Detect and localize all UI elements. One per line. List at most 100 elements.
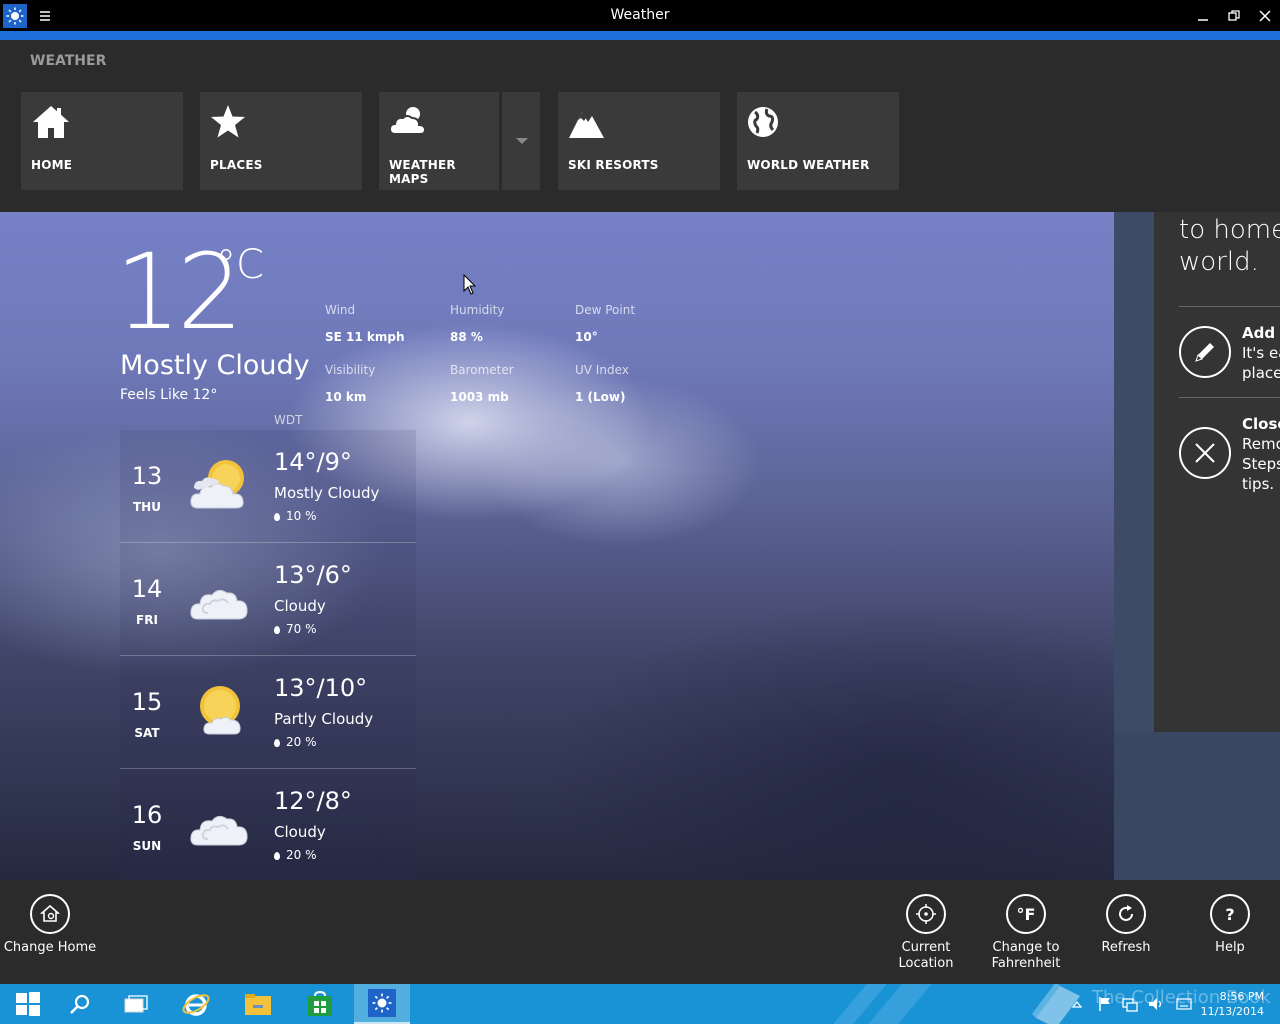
precip-value: 70 % bbox=[286, 622, 317, 636]
help-button[interactable]: ? Help bbox=[1180, 894, 1280, 956]
title-bar: Weather bbox=[0, 0, 1280, 31]
tips-heading: to home world. bbox=[1179, 214, 1280, 278]
forecast-condition: Partly Cloudy bbox=[274, 710, 374, 728]
forecast-date: 13 bbox=[131, 462, 163, 490]
mouse-cursor-icon bbox=[463, 274, 477, 295]
dew-point-label: Dew Point bbox=[575, 303, 636, 317]
tip-text: Remo bbox=[1242, 435, 1280, 453]
refresh-icon bbox=[1106, 894, 1146, 934]
nav-tile-places[interactable]: PLACES bbox=[200, 92, 362, 190]
volume-icon[interactable] bbox=[1148, 996, 1164, 1012]
fahrenheit-icon: °F bbox=[1006, 894, 1046, 934]
location-target-icon bbox=[906, 894, 946, 934]
show-hidden-icons-icon[interactable] bbox=[1072, 1000, 1082, 1008]
tips-panel: to home world. Add y It's ea places Clos… bbox=[1154, 212, 1280, 732]
system-clock[interactable]: 8:56 PM 11/13/2014 bbox=[1201, 989, 1264, 1019]
cloudy-icon bbox=[188, 789, 258, 859]
tips-heading-line: to home bbox=[1179, 215, 1280, 245]
tip-text: places bbox=[1242, 364, 1280, 382]
nav-tile-home[interactable]: HOME bbox=[21, 92, 183, 190]
change-to-fahrenheit-button[interactable]: °F Change to Fahrenheit bbox=[976, 894, 1076, 972]
store-button[interactable] bbox=[292, 984, 348, 1024]
keyboard-icon[interactable] bbox=[1176, 997, 1192, 1011]
forecast-weekday: THU bbox=[133, 500, 161, 514]
nav-bar: WEATHER HOME PLACES WEATHER MAPS SKI RES… bbox=[0, 40, 1280, 212]
minimize-button[interactable] bbox=[1193, 6, 1213, 26]
forecast-date: 15 bbox=[131, 688, 163, 716]
tip-text: Steps bbox=[1242, 455, 1280, 473]
wind-label: Wind bbox=[325, 303, 356, 317]
network-icon[interactable] bbox=[1122, 996, 1138, 1012]
file-explorer-button[interactable] bbox=[230, 984, 286, 1024]
forecast-high-low: 12°/8° bbox=[274, 787, 352, 815]
refresh-button[interactable]: Refresh bbox=[1076, 894, 1176, 956]
forecast-condition: Cloudy bbox=[274, 597, 326, 615]
forecast-precipitation: 20 % bbox=[274, 735, 317, 749]
side-panel-backdrop-lower bbox=[1114, 732, 1280, 880]
forecast-high-low: 13°/10° bbox=[274, 674, 368, 702]
precip-value: 20 % bbox=[286, 848, 317, 862]
partly-cloudy-icon bbox=[188, 676, 258, 746]
precip-value: 20 % bbox=[286, 735, 317, 749]
weather-taskbar-button[interactable] bbox=[354, 984, 410, 1024]
action-center-flag-icon[interactable] bbox=[1098, 996, 1112, 1012]
change-home-icon bbox=[30, 894, 70, 934]
current-weather-panel: 12 °C Mostly Cloudy Feels Like 12° Wind … bbox=[0, 212, 1114, 880]
cloudy-icon bbox=[188, 563, 258, 633]
forecast-day[interactable]: 15 SAT 13°/10° Partly Cloudy 20 % bbox=[120, 656, 416, 769]
weather-maps-dropdown[interactable] bbox=[500, 92, 540, 190]
forecast-precipitation: 70 % bbox=[274, 622, 317, 636]
refresh-label: Refresh bbox=[1101, 940, 1151, 955]
raindrop-icon bbox=[274, 738, 280, 747]
close-button[interactable] bbox=[1255, 6, 1275, 26]
tip-text: tips. bbox=[1242, 475, 1275, 493]
clock-date: 11/13/2014 bbox=[1200, 1005, 1264, 1018]
forecast-weekday: FRI bbox=[136, 613, 158, 627]
forecast-day[interactable]: 16 SUN 12°/8° Cloudy 20 % bbox=[120, 769, 416, 880]
globe-icon bbox=[747, 102, 787, 142]
change-home-button[interactable]: Change Home bbox=[0, 894, 100, 956]
raindrop-icon bbox=[274, 512, 280, 521]
internet-explorer-button[interactable] bbox=[168, 984, 224, 1024]
dew-point-value: 10° bbox=[575, 330, 598, 344]
forecast-condition: Cloudy bbox=[274, 823, 326, 841]
forecast-day[interactable]: 13 THU 14°/9° Mostly Cloudy 10 % bbox=[120, 430, 416, 543]
divider bbox=[1179, 306, 1280, 307]
visibility-value: 10 km bbox=[325, 390, 367, 404]
restore-button[interactable] bbox=[1224, 6, 1244, 26]
forecast-condition: Mostly Cloudy bbox=[274, 484, 380, 502]
search-button[interactable] bbox=[52, 984, 108, 1024]
current-condition: Mostly Cloudy bbox=[120, 350, 310, 381]
task-view-button[interactable] bbox=[108, 984, 164, 1024]
current-location-button[interactable]: Current Location bbox=[876, 894, 976, 972]
nav-tile-label: SKI RESORTS bbox=[568, 158, 659, 172]
temperature-unit: °C bbox=[216, 242, 264, 288]
start-button[interactable] bbox=[0, 984, 56, 1024]
humidity-label: Humidity bbox=[450, 303, 505, 317]
nav-tile-ski-resorts[interactable]: SKI RESORTS bbox=[558, 92, 720, 190]
folder-icon bbox=[245, 994, 271, 1015]
app-brand: WEATHER bbox=[30, 53, 107, 69]
barometer-label: Barometer bbox=[450, 363, 514, 377]
search-icon bbox=[70, 994, 90, 1014]
divider bbox=[1179, 397, 1280, 398]
forecast-precipitation: 10 % bbox=[274, 509, 317, 523]
mostly-cloudy-icon bbox=[188, 450, 258, 520]
edit-icon[interactable] bbox=[1179, 326, 1231, 378]
store-icon bbox=[308, 990, 332, 1016]
daily-forecast-list: 13 THU 14°/9° Mostly Cloudy 10 % 14 FRI … bbox=[120, 430, 416, 880]
nav-tile-label: HOME bbox=[31, 158, 73, 172]
label-line: Fahrenheit bbox=[991, 956, 1061, 971]
precip-value: 10 % bbox=[286, 509, 317, 523]
nav-tile-weather-maps[interactable]: WEATHER MAPS bbox=[379, 92, 499, 190]
tip-title: Add y bbox=[1242, 324, 1280, 342]
nav-tile-world-weather[interactable]: WORLD WEATHER bbox=[737, 92, 899, 190]
forecast-day[interactable]: 14 FRI 13°/6° Cloudy 70 % bbox=[120, 543, 416, 656]
data-provider-label: WDT bbox=[274, 413, 303, 427]
feels-like: Feels Like 12° bbox=[120, 387, 218, 403]
taskbar: The Collection Book 8:56 PM 11/13/2014 bbox=[0, 984, 1280, 1024]
star-icon bbox=[210, 102, 250, 142]
close-circle-icon[interactable] bbox=[1179, 427, 1231, 479]
change-home-label: Change Home bbox=[3, 940, 97, 955]
uv-index-label: UV Index bbox=[575, 363, 629, 377]
